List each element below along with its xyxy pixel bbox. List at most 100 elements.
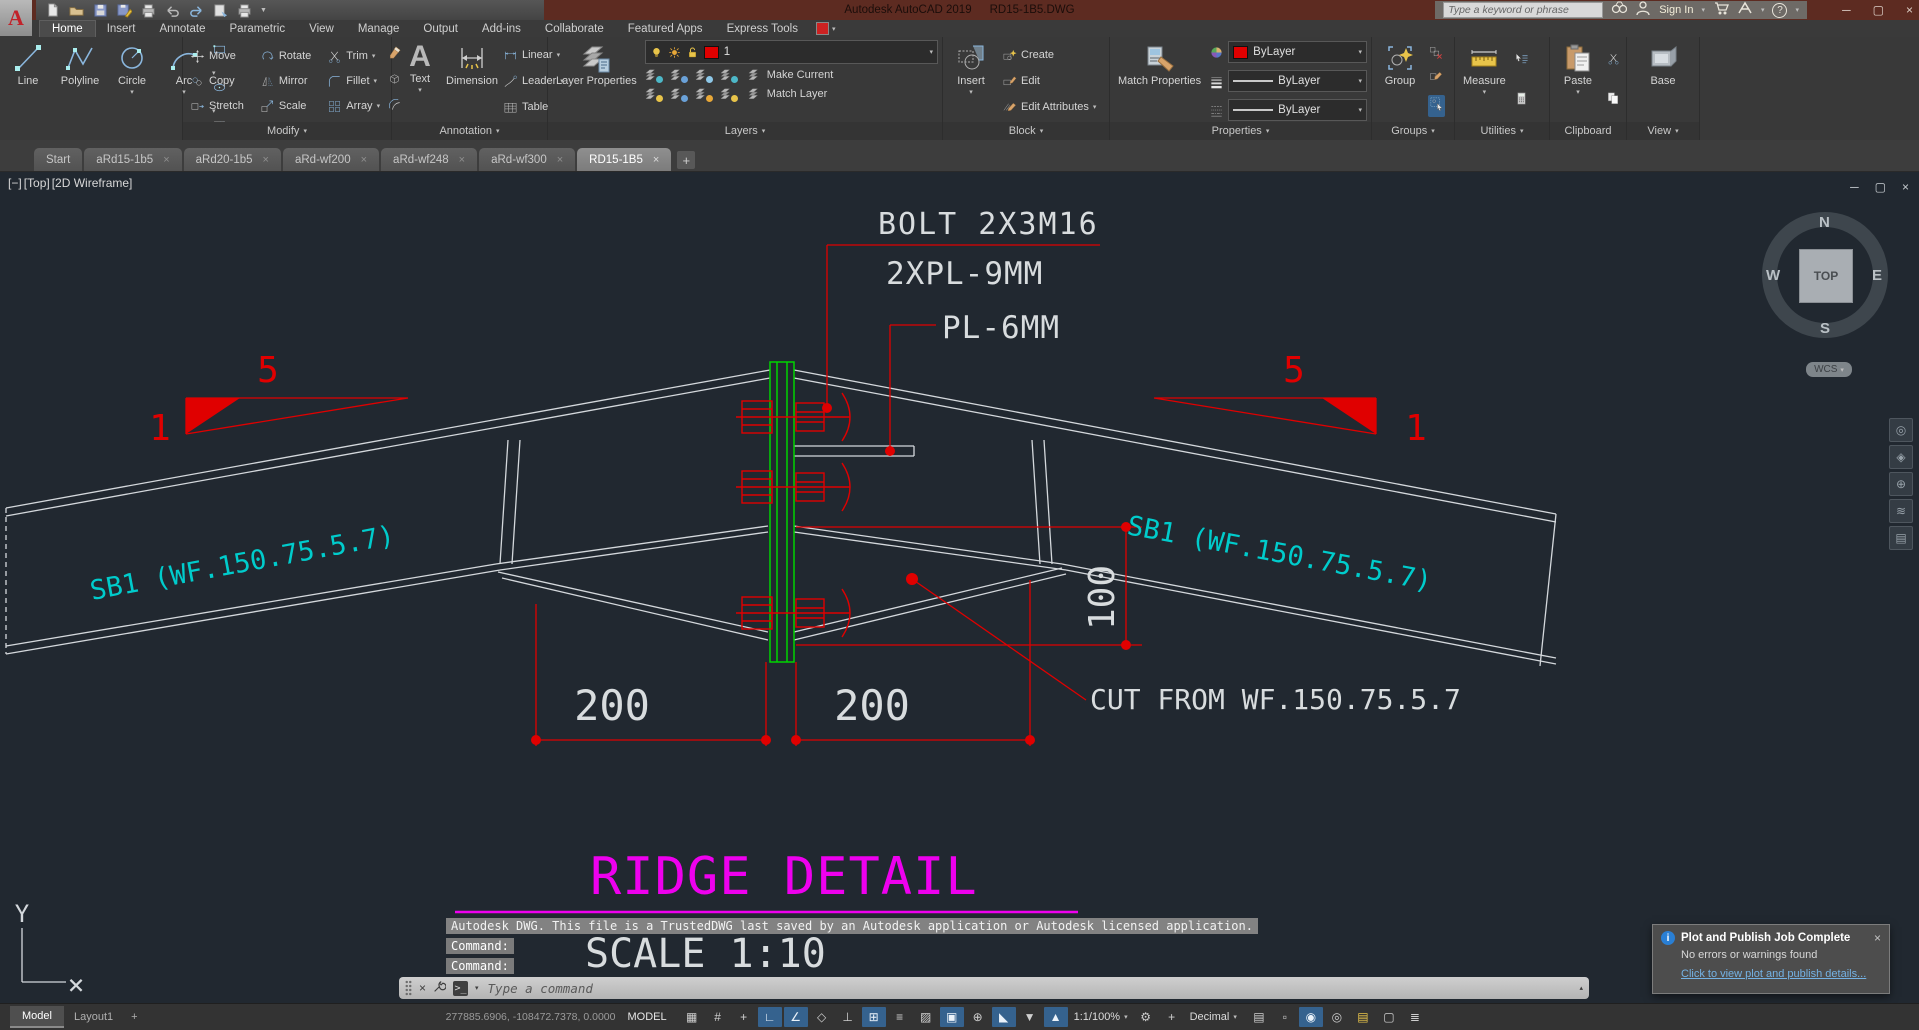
color-wheel-icon[interactable] [1209, 45, 1224, 60]
transparency-toggle[interactable]: ▨ [914, 1007, 938, 1027]
autocad-logo-icon[interactable]: A [0, 0, 32, 36]
command-close-icon[interactable]: × [419, 981, 426, 995]
viewport-restore-button[interactable]: ▢ [1875, 180, 1886, 194]
panel-title-view[interactable]: View ▾ [1627, 122, 1699, 140]
layer-properties-button[interactable]: Layer Properties [552, 40, 641, 122]
layer-freeze-button[interactable] [695, 67, 713, 83]
file-tab-ard-wf200[interactable]: aRd-wf200 × [282, 148, 380, 171]
viewport-close-button[interactable]: × [1902, 180, 1909, 194]
search-input[interactable] [1443, 2, 1604, 18]
layer-thaw-button[interactable] [695, 86, 713, 102]
layer-dropdown-caret[interactable]: ▾ [929, 48, 933, 56]
command-bar-grip[interactable] [405, 980, 412, 996]
save-icon[interactable] [92, 2, 108, 18]
layer-dropdown[interactable]: 1 ▾ [644, 40, 938, 64]
panel-title-properties[interactable]: Properties ▾ [1110, 122, 1371, 140]
command-input[interactable] [485, 979, 1573, 997]
dynamic-input-toggle[interactable]: + [732, 1007, 756, 1027]
panel-title-annotation[interactable]: Annotation ▾ [392, 122, 547, 140]
viewcube-west[interactable]: W [1766, 267, 1780, 284]
ribbon-tab-home[interactable]: Home [39, 20, 96, 38]
file-tab-ard-wf248[interactable]: aRd-wf248 × [381, 148, 478, 171]
annotation-scale-button[interactable]: 1:1/100% ▾ [1069, 1011, 1133, 1023]
open-file-icon[interactable] [68, 2, 84, 18]
redo-icon[interactable] [188, 2, 204, 18]
new-file-icon[interactable] [44, 2, 60, 18]
quick-calculator-button[interactable] [1514, 91, 1529, 111]
sign-in-caret[interactable]: ▾ [1701, 6, 1705, 14]
quick-properties-toggle[interactable]: ▤ [1247, 1007, 1271, 1027]
print-preview-icon[interactable] [236, 2, 252, 18]
command-prompt-icon[interactable]: >_ [453, 980, 469, 996]
drawing-canvas[interactable]: BOLT 2X3M16 2XPL-9MM PL-6MM SB1 (WF.150.… [0, 172, 1919, 1003]
viewcube-top-face[interactable]: TOP [1799, 249, 1853, 303]
restore-button[interactable]: ▢ [1873, 3, 1884, 17]
layer-unisolate-button[interactable] [670, 86, 688, 102]
copy-clip-button[interactable] [1606, 91, 1621, 111]
ribbon-tab-view[interactable]: View [297, 21, 346, 37]
file-tab-close-icon[interactable]: × [163, 154, 169, 166]
object-snap-toggle[interactable]: ⊞ [861, 1007, 886, 1027]
viewport-menu-control[interactable]: [−] [8, 176, 22, 190]
ungroup-button[interactable] [1428, 45, 1445, 65]
edit-block-button[interactable]: Edit [999, 73, 1099, 90]
panel-title-modify[interactable]: Modify ▾ [183, 122, 391, 140]
annotation-monitor-toggle[interactable]: + [1160, 1007, 1184, 1027]
workspace-gear-toggle[interactable]: ⚙ [1134, 1007, 1158, 1027]
close-button[interactable]: × [1906, 3, 1913, 17]
signin-person-icon[interactable] [1635, 0, 1651, 21]
viewcube-east[interactable]: E [1872, 267, 1882, 284]
units-button[interactable]: Decimal ▾ [1185, 1011, 1242, 1023]
make-current-button[interactable]: Make Current [745, 66, 837, 83]
array-button[interactable]: Array ▾ [324, 94, 383, 119]
file-tab-close-icon[interactable]: × [361, 154, 367, 166]
ribbon-tab-collaborate[interactable]: Collaborate [533, 21, 616, 37]
measure-button[interactable]: Measure ▾ [1459, 40, 1510, 122]
stretch-button[interactable]: Stretch [187, 94, 247, 119]
notification-close-icon[interactable]: × [1874, 931, 1881, 945]
paste-button[interactable]: Paste ▾ [1554, 40, 1602, 122]
panel-title-block[interactable]: Block ▾ [943, 122, 1109, 140]
grid-display-toggle[interactable]: ▦ [680, 1007, 704, 1027]
ribbon-tab-manage[interactable]: Manage [346, 21, 412, 37]
qat-customize-caret[interactable]: ▼ [260, 7, 267, 14]
full-navigation-wheel-icon[interactable]: ◎ [1889, 418, 1913, 442]
linetype-icon[interactable] [1209, 103, 1224, 118]
lineweight-icon[interactable] [1209, 74, 1224, 89]
zoom-extents-icon[interactable]: ⊕ [1889, 472, 1913, 496]
selection-cycling-toggle[interactable]: ▣ [939, 1007, 964, 1027]
command-customize-icon[interactable] [433, 980, 447, 996]
file-tab-close-icon[interactable]: × [653, 154, 659, 166]
dimension-button[interactable]: Dimension [446, 40, 498, 122]
featured-app-button[interactable]: ▾ [815, 22, 835, 37]
annotation-visibility-toggle[interactable]: ▲ [1043, 1007, 1068, 1027]
file-tab-rd15-1b5[interactable]: RD15-1B5 × [577, 148, 672, 171]
plot-icon[interactable] [140, 2, 156, 18]
trim-button[interactable]: Trim ▾ [324, 44, 383, 69]
file-tab-ard20-1b5[interactable]: aRd20-1b5 × [183, 148, 281, 171]
help-icon[interactable]: ? [1772, 2, 1788, 18]
object-color-dropdown[interactable]: ByLayer ▾ [1228, 41, 1367, 63]
file-tab-ard-wf300[interactable]: aRd-wf300 × [479, 148, 576, 171]
group-edit-button[interactable] [1428, 70, 1445, 90]
group-selection-toggle[interactable] [1428, 95, 1445, 118]
file-tab-close-icon[interactable]: × [459, 154, 465, 166]
dynamic-ucs-toggle[interactable]: ◣ [991, 1007, 1016, 1027]
polar-tracking-toggle[interactable]: ∠ [783, 1007, 808, 1027]
undo-icon[interactable] [164, 2, 180, 18]
showmotion-icon[interactable]: ▤ [1889, 526, 1913, 550]
match-layer-button[interactable]: Match Layer [745, 85, 831, 102]
match-properties-button[interactable]: Match Properties [1114, 40, 1205, 122]
layer-lock-button[interactable] [720, 67, 738, 83]
file-tab-start[interactable]: Start [34, 148, 83, 171]
customization-menu-toggle[interactable]: ≣ [1403, 1007, 1427, 1027]
isometric-drafting-toggle[interactable]: ◇ [810, 1007, 834, 1027]
pan-icon[interactable]: ◈ [1889, 445, 1913, 469]
lineweight-display-toggle[interactable]: ≡ [888, 1007, 912, 1027]
minimize-button[interactable]: ─ [1842, 3, 1851, 17]
save-as-icon[interactable] [116, 2, 132, 18]
model-tab[interactable]: Model [10, 1006, 64, 1028]
file-tab-close-icon[interactable]: × [557, 154, 563, 166]
lineweight-dropdown[interactable]: ByLayer ▾ [1228, 70, 1367, 92]
viewcube-north[interactable]: N [1819, 214, 1830, 231]
